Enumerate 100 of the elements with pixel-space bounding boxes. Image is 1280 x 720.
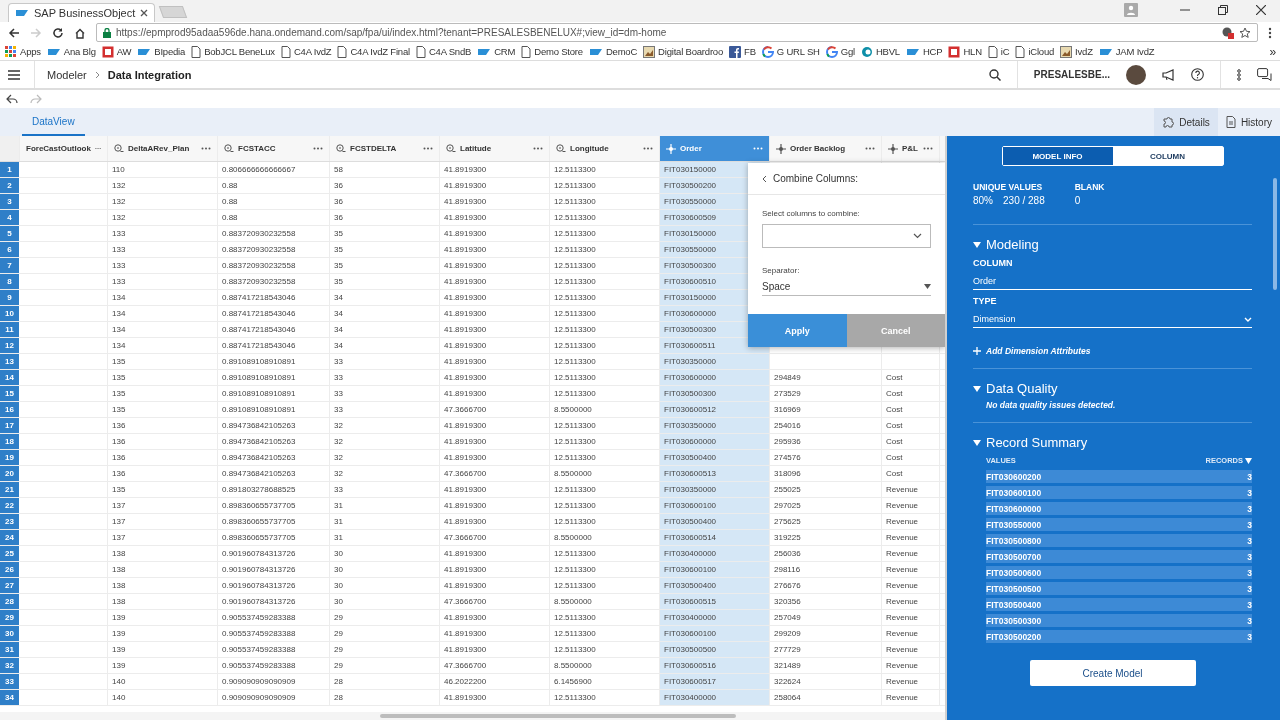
bookmark[interactable]: HCP <box>905 46 943 57</box>
row-number[interactable]: 8 <box>0 274 20 289</box>
bookmark[interactable]: HBVL <box>860 45 900 58</box>
row-number[interactable]: 21 <box>0 482 20 497</box>
browser-tab[interactable]: SAP BusinessObject <box>8 3 156 22</box>
row-number[interactable]: 5 <box>0 226 20 241</box>
record-bar[interactable]: FIT030600200 3 <box>986 470 1252 483</box>
row-number[interactable]: 2 <box>0 178 20 193</box>
row-number[interactable]: 27 <box>0 578 20 593</box>
row-number[interactable]: 10 <box>0 306 20 321</box>
popover-header[interactable]: Combine Columns: <box>748 163 945 195</box>
row-number[interactable]: 24 <box>0 530 20 545</box>
bookmark[interactable]: Apps <box>4 45 41 58</box>
cancel-button[interactable]: Cancel <box>846 314 945 347</box>
column-header[interactable]: FCSTDELTA <box>330 136 440 161</box>
bookmark[interactable]: C4A SndB <box>415 45 472 58</box>
row-number[interactable]: 13 <box>0 354 20 369</box>
column-name-field[interactable]: Order <box>973 276 1252 290</box>
record-bar[interactable]: FIT030600000 3 <box>986 502 1252 515</box>
row-number[interactable]: 12 <box>0 338 20 353</box>
row-number[interactable]: 7 <box>0 258 20 273</box>
row-number[interactable]: 19 <box>0 450 20 465</box>
column-header[interactable]: FCSTACC <box>218 136 330 161</box>
field-label: TYPE <box>973 296 998 306</box>
row-number[interactable]: 11 <box>0 322 20 337</box>
more-bookmarks[interactable]: » <box>1269 44 1276 59</box>
row-number[interactable]: 34 <box>0 690 20 705</box>
bookmark[interactable]: iC <box>987 45 1010 58</box>
record-bar[interactable]: FIT030550000 3 <box>986 518 1252 531</box>
record-bar[interactable]: FIT030500300 3 <box>986 614 1252 627</box>
row-number[interactable]: 9 <box>0 290 20 305</box>
bookmark[interactable]: BIpedia <box>137 46 186 57</box>
row-number[interactable]: 3 <box>0 194 20 209</box>
bookmark[interactable]: Ggl <box>825 45 855 58</box>
table-cell: 30 <box>330 562 440 577</box>
row-number[interactable]: 26 <box>0 562 20 577</box>
row-number[interactable]: 15 <box>0 386 20 401</box>
bookmark[interactable]: Demo Store <box>521 45 583 58</box>
row-number[interactable]: 25 <box>0 546 20 561</box>
bookmark[interactable]: IvdZ <box>1060 45 1093 58</box>
column-header[interactable]: ForeCastOutlook <box>20 136 108 161</box>
record-bar[interactable]: FIT030600100 3 <box>986 486 1252 499</box>
bookmark[interactable]: DemoC <box>588 46 638 57</box>
row-number[interactable]: 4 <box>0 210 20 225</box>
row-number[interactable]: 23 <box>0 514 20 529</box>
segment-tab[interactable]: MODEL INFO <box>1002 147 1113 165</box>
row-number[interactable]: 30 <box>0 626 20 641</box>
separator-select[interactable]: Space <box>762 281 931 296</box>
table-cell: 135 <box>108 482 218 497</box>
bookmark[interactable]: JAM IvdZ <box>1098 46 1155 57</box>
record-bar[interactable]: FIT030500200 3 <box>986 630 1252 643</box>
row-number[interactable]: 17 <box>0 418 20 433</box>
bookmark[interactable]: Digital Boardroo <box>643 45 724 58</box>
bookmark[interactable]: CRM <box>477 46 516 57</box>
bookmark[interactable]: AW <box>101 45 132 58</box>
row-number[interactable]: 32 <box>0 658 20 673</box>
table-cell: 0.901960784313726 <box>218 546 330 561</box>
row-number[interactable]: 28 <box>0 594 20 609</box>
column-header[interactable]: Latitude <box>440 136 550 161</box>
bookmark[interactable]: C4A IvdZ <box>280 45 332 58</box>
row-number[interactable]: 1 <box>0 162 20 177</box>
row-number[interactable]: 31 <box>0 642 20 657</box>
bookmark[interactable]: FB <box>729 45 756 58</box>
record-bar[interactable]: FIT030500800 3 <box>986 534 1252 547</box>
table-cell: 0.891089108910891 <box>218 386 330 401</box>
record-bar[interactable]: FIT030500700 3 <box>986 550 1252 563</box>
record-bar[interactable]: FIT030500500 3 <box>986 582 1252 595</box>
table-cell: 41.8919300 <box>440 242 550 257</box>
bookmark[interactable]: BobJCL BeneLux <box>191 45 275 58</box>
row-number[interactable]: 16 <box>0 402 20 417</box>
breadcrumb-link[interactable]: Modeler <box>47 68 87 81</box>
row-number[interactable]: 6 <box>0 242 20 257</box>
add-attributes-link[interactable]: Add Dimension Attributes <box>986 346 1091 356</box>
bookmark[interactable]: HLN <box>948 45 982 58</box>
bookmark[interactable]: iCloud <box>1015 45 1055 58</box>
column-header[interactable]: Order Backlog <box>770 136 882 161</box>
record-bar[interactable]: FIT030500400 3 <box>986 598 1252 611</box>
record-count: 3 <box>1247 551 1252 562</box>
apply-button[interactable]: Apply <box>748 314 847 347</box>
tenant-name[interactable]: PRESALESBE... <box>1033 69 1110 80</box>
bookmark[interactable]: C4A IvdZ Final <box>337 45 410 58</box>
side-tab[interactable]: History <box>1217 108 1280 136</box>
column-header[interactable]: DeltaARev_Plan <box>108 136 218 161</box>
column-header[interactable]: P&L <box>882 136 940 161</box>
create-model-button[interactable]: Create Model <box>1029 660 1196 686</box>
row-number[interactable]: 20 <box>0 466 20 481</box>
row-number[interactable]: 33 <box>0 674 20 689</box>
row-number[interactable]: 29 <box>0 610 20 625</box>
row-number[interactable]: 18 <box>0 434 20 449</box>
column-header[interactable]: Order <box>660 136 770 161</box>
segment-tab[interactable]: COLUMN <box>1112 147 1223 165</box>
side-tab[interactable]: Details <box>1154 108 1218 136</box>
record-bar[interactable]: FIT030500600 3 <box>986 566 1252 579</box>
row-number[interactable]: 22 <box>0 498 20 513</box>
type-select[interactable]: Dimension <box>973 314 1252 328</box>
address-bar[interactable]: https://epmprod95adaa596de.hana.ondemand.com/sap/fpa/ui/index.html?tenant=PRESALESBENELUX#;view_id=dm-home <box>96 23 1258 42</box>
bookmark[interactable]: Ana Blg <box>46 46 96 57</box>
row-number[interactable]: 14 <box>0 370 20 385</box>
bookmark[interactable]: G URL SH <box>761 45 820 58</box>
record-value: FIT030500500 <box>986 583 1042 594</box>
